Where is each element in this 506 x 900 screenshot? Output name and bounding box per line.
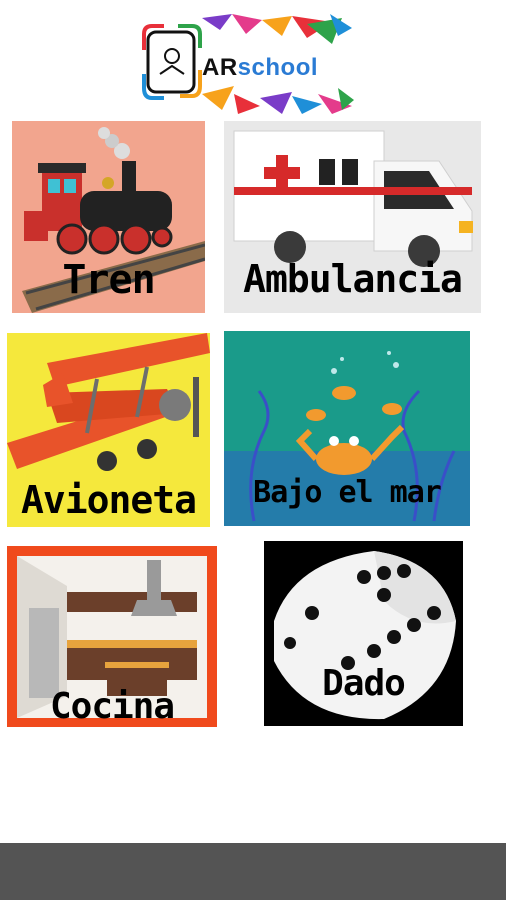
tile-cocina[interactable]: Cocina [7,546,217,727]
logo-wordmark: ARschool [202,54,318,82]
tile-label-cocina: Cocina [49,686,175,727]
tile-label-tren: Tren [62,257,155,303]
tile-label-bajo-el-mar: Bajo el mar [253,475,442,510]
logo-ar-text: AR [202,54,238,81]
tile-label-avioneta: Avioneta [20,478,197,522]
tile-ambulancia[interactable]: Ambulancia [224,121,481,313]
tile-dado[interactable]: Dado [264,541,463,726]
tile-label-ambulancia: Ambulancia [243,257,463,301]
tile-tren[interactable]: Tren [12,121,205,313]
arschool-logo: ARschool [142,14,354,114]
tile-bajo-el-mar[interactable]: Bajo el mar [224,331,470,526]
bottom-bar [0,843,506,900]
tile-label-dado: Dado [322,663,406,704]
tile-avioneta[interactable]: Avioneta [7,333,210,527]
logo-school-text: school [237,54,319,81]
